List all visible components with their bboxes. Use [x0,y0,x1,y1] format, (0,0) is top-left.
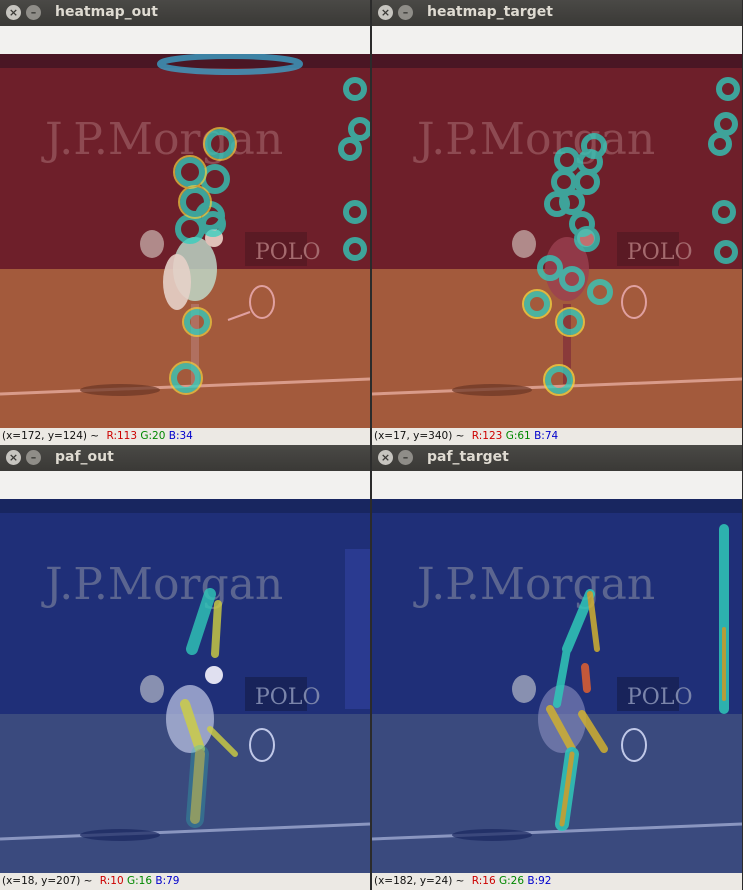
minimize-button[interactable]: – [26,5,41,20]
green-value: G:20 [140,430,166,442]
window-title: heatmap_out [55,4,158,20]
window-paf-out: × – paf_out J.P.Morgan POLO (x=18, y=207… [0,445,370,890]
blue-value: B:92 [527,875,552,887]
sign-text: POLO [627,685,692,710]
image-canvas[interactable]: J.P.Morgan POLO [0,54,370,428]
heatmap-overlay-image: J.P.Morgan POLO [0,54,370,428]
status-bar: (x=172, y=124) ~ R:113 G:20 B:34 [0,428,370,445]
window-title: heatmap_target [427,4,553,20]
image-canvas[interactable]: J.P.Morgan POLO [372,499,742,873]
blue-value: B:79 [155,875,180,887]
status-bar: (x=18, y=207) ~ R:10 G:16 B:79 [0,873,370,890]
window-heatmap-target: × – heatmap_target J.P.Morgan POLO (x=17… [372,0,742,445]
banner-text: J.P.Morgan [413,559,655,610]
window-title: paf_out [55,449,114,465]
red-value: R:10 [99,875,124,887]
cursor-coords: (x=17, y=340) ~ [374,430,465,442]
blue-value: B:74 [534,430,559,442]
banner-text: J.P.Morgan [41,559,283,610]
paf-overlay-image: J.P.Morgan POLO [372,499,742,873]
green-value: G:61 [505,430,531,442]
titlebar[interactable]: × – heatmap_out [0,0,370,26]
titlebar[interactable]: × – paf_target [372,445,742,471]
image-canvas[interactable]: J.P.Morgan POLO [372,54,742,428]
red-value: R:16 [471,875,496,887]
banner-text: J.P.Morgan [41,114,283,165]
paf-overlay-image: J.P.Morgan POLO [0,499,370,873]
heatmap-overlay-image: J.P.Morgan POLO [372,54,742,428]
red-value: R:113 [106,430,138,442]
toolbar [372,26,742,55]
window-heatmap-out: × – heatmap_out J.P.Morgan POLO (x=172, … [0,0,370,445]
banner-text: J.P.Morgan [413,114,655,165]
sign-text: POLO [255,240,320,265]
blue-value: B:34 [168,430,193,442]
titlebar[interactable]: × – paf_out [0,445,370,471]
status-bar: (x=17, y=340) ~ R:123 G:61 B:74 [372,428,742,445]
green-value: G:16 [127,875,153,887]
toolbar [0,26,370,55]
minimize-button[interactable]: – [26,450,41,465]
titlebar[interactable]: × – heatmap_target [372,0,742,26]
green-value: G:26 [499,875,525,887]
cursor-coords: (x=18, y=207) ~ [2,875,93,887]
cursor-coords: (x=182, y=24) ~ [374,875,465,887]
cursor-coords: (x=172, y=124) ~ [2,430,100,442]
close-button[interactable]: × [378,450,393,465]
minimize-button[interactable]: – [398,5,413,20]
close-button[interactable]: × [6,5,21,20]
minimize-button[interactable]: – [398,450,413,465]
image-canvas[interactable]: J.P.Morgan POLO [0,499,370,873]
window-title: paf_target [427,449,509,465]
close-button[interactable]: × [6,450,21,465]
close-button[interactable]: × [378,5,393,20]
status-bar: (x=182, y=24) ~ R:16 G:26 B:92 [372,873,742,890]
sign-text: POLO [627,240,692,265]
window-paf-target: × – paf_target J.P.Morgan POLO (x=182, y… [372,445,742,890]
toolbar [0,471,370,500]
red-value: R:123 [471,430,503,442]
toolbar [372,471,742,500]
sign-text: POLO [255,685,320,710]
